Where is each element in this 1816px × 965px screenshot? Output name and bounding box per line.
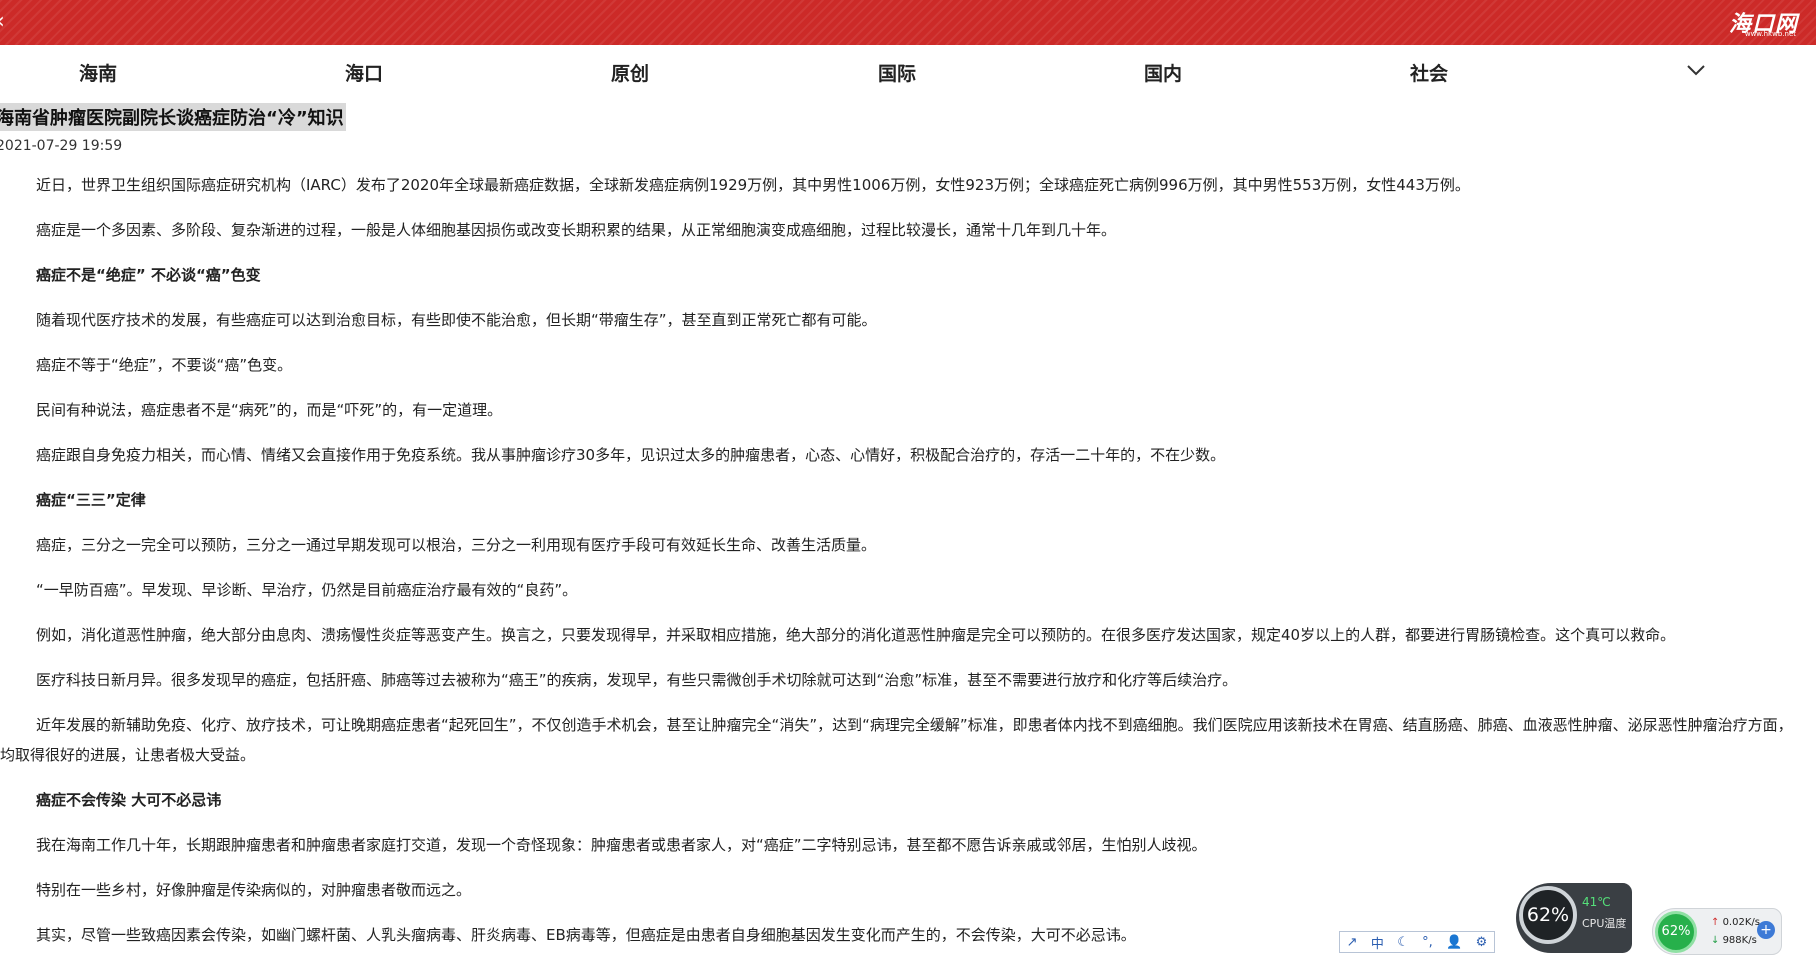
gear-icon[interactable]: ⚙: [1476, 935, 1488, 950]
ime-toolbar: ↗ 中 ☾ °, 👤 ⚙: [1339, 931, 1495, 953]
upload-speed: 0.02K/s: [1711, 917, 1760, 928]
article-paragraph: 例如，消化道恶性肿瘤，绝大部分由息肉、溃疡慢性炎症等恶变产生。换言之，只要发现得…: [36, 626, 1676, 644]
section-heading: 癌症不是“绝症” 不必谈“癌”色变: [36, 266, 261, 284]
chevron-down-icon[interactable]: [1685, 59, 1707, 81]
article-paragraph: 癌症跟自身免疫力相关，而心情、情绪又会直接作用于免疫系统。我从事肿瘤诊疗30多年…: [36, 446, 1226, 464]
ime-language-toggle[interactable]: 中: [1371, 933, 1384, 952]
section-heading: 癌症不会传染 大可不必忌讳: [36, 791, 222, 809]
article-paragraph: 随着现代医疗技术的发展，有些癌症可以达到治愈目标，有些即使不能治愈，但长期“带瘤…: [36, 311, 877, 329]
article-body: 近日，世界卫生组织国际癌症研究机构（IARC）发布了2020年全球最新癌症数据，…: [0, 170, 1806, 965]
nav-item-society[interactable]: 社会: [1410, 59, 1448, 86]
article-paragraph: 医疗科技日新月异。很多发现早的癌症，包括肝癌、肺癌等过去被称为“癌王”的疾病，发…: [36, 671, 1238, 689]
article-date: 2021-07-29 19:59: [0, 138, 123, 154]
cpu-temperature: 41℃: [1582, 895, 1611, 909]
nav-item-hainan[interactable]: 海南: [79, 59, 117, 86]
section-heading: 癌症“三三”定律: [36, 491, 146, 509]
top-header-bar: ‹ 海口网 www.hkwb.net: [0, 0, 1816, 45]
site-logo-url: www.hkwb.net: [1744, 30, 1796, 38]
nav-item-international[interactable]: 国际: [878, 59, 916, 86]
download-speed: 988K/s: [1711, 935, 1757, 946]
network-monitor-widget[interactable]: 62% 0.02K/s 988K/s +: [1652, 908, 1782, 955]
article-paragraph: 近日，世界卫生组织国际癌症研究机构（IARC）发布了2020年全球最新癌症数据，…: [36, 176, 1470, 194]
nav-item-domestic[interactable]: 国内: [1144, 59, 1182, 86]
punctuation-icon[interactable]: °,: [1422, 935, 1433, 950]
article-title: 海南省肿瘤医院副院长谈癌症防治“冷”知识: [0, 103, 346, 131]
article-paragraph: 癌症是一个多因素、多阶段、复杂渐进的过程，一般是人体细胞基因损伤或改变长期积累的…: [36, 221, 1117, 239]
article-paragraph: 我在海南工作几十年，长期跟肿瘤患者和肿瘤患者家庭打交道，发现一个奇怪现象：肿瘤患…: [36, 836, 1207, 854]
cpu-usage-ring: 62%: [1519, 886, 1577, 944]
article-paragraph: 近年发展的新辅助免疫、化疗、放疗技术，可让晚期癌症患者“起死回生”，不仅创造手术…: [0, 716, 1793, 764]
plus-icon[interactable]: +: [1757, 921, 1775, 939]
memory-usage-ring: 62%: [1655, 911, 1697, 953]
article-paragraph: 癌症，三分之一完全可以预防，三分之一通过早期发现可以根治，三分之一利用现有医疗手…: [36, 536, 877, 554]
cpu-monitor-widget[interactable]: 62% 41℃ CPU温度: [1516, 883, 1632, 953]
article-paragraph: 癌症不等于“绝症”，不要谈“癌”色变。: [36, 356, 293, 374]
nav-item-haikou[interactable]: 海口: [345, 59, 383, 86]
moon-icon[interactable]: ☾: [1397, 935, 1409, 950]
category-nav: 海南 海口 原创 国际 国内 社会: [0, 45, 1816, 95]
article-paragraph: “一早防百癌”。早发现、早诊断、早治疗，仍然是目前癌症治疗最有效的“良药”。: [36, 581, 578, 599]
nav-item-original[interactable]: 原创: [611, 59, 649, 86]
back-arrow-icon[interactable]: ‹: [0, 11, 14, 33]
cpu-temperature-label: CPU温度: [1582, 917, 1627, 930]
user-icon[interactable]: 👤: [1446, 935, 1462, 950]
article-paragraph: 民间有种说法，癌症患者不是“病死”的，而是“吓死”的，有一定道理。: [36, 401, 503, 419]
ime-expand-icon[interactable]: ↗: [1347, 935, 1358, 950]
